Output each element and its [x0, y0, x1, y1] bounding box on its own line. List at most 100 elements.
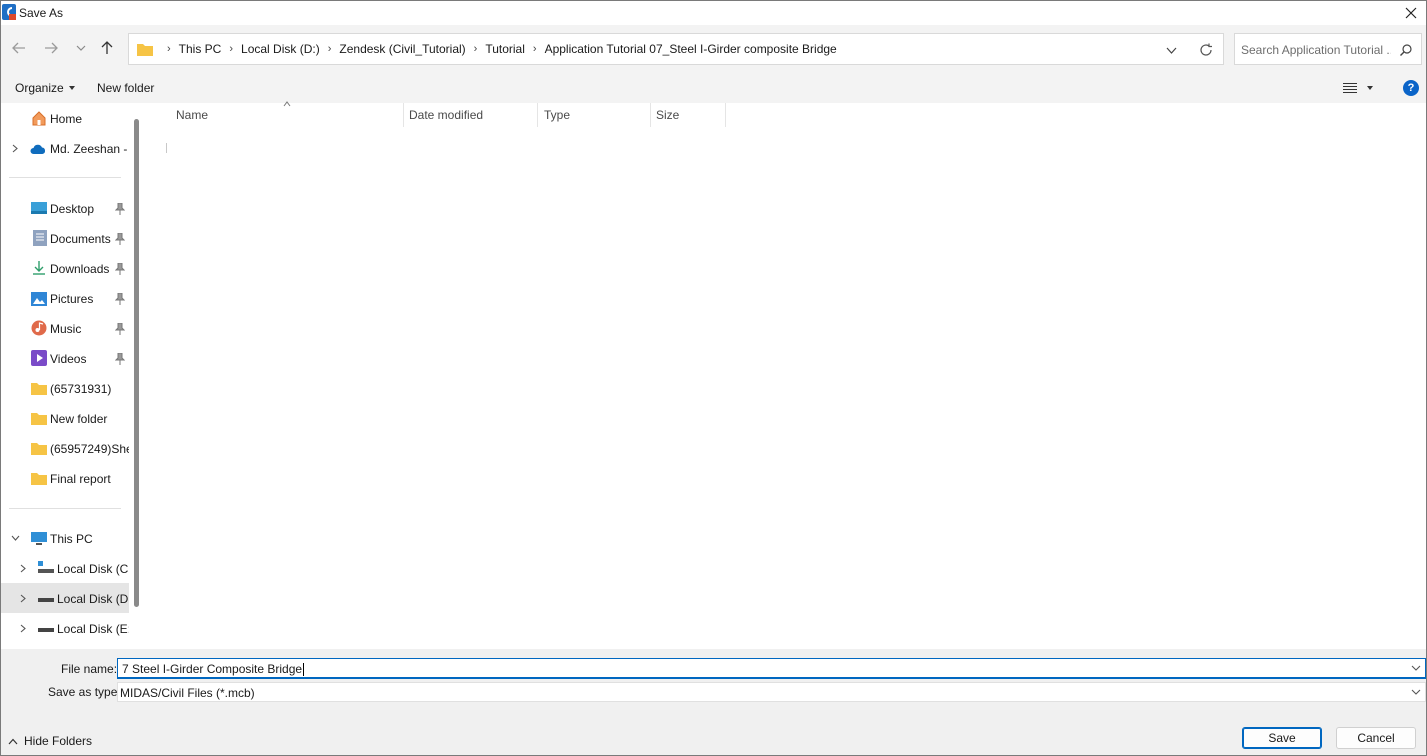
save-as-type-select[interactable]: MIDAS/Civil Files (*.mcb) — [117, 682, 1426, 702]
organize-label: Organize — [15, 81, 64, 95]
help-button[interactable]: ? — [1403, 80, 1419, 96]
chevron-down-icon — [76, 45, 86, 51]
nav-label: Local Disk (C:) — [57, 562, 129, 576]
refresh-button[interactable] — [1197, 42, 1215, 58]
nav-label: Pictures — [50, 292, 94, 306]
up-button[interactable] — [97, 38, 117, 58]
chevron-right-icon[interactable]: › — [533, 43, 537, 55]
arrow-right-icon — [45, 42, 58, 54]
breadcrumb-item[interactable]: Tutorial — [485, 42, 525, 56]
address-history-button[interactable] — [1162, 43, 1180, 57]
file-list[interactable]: Name Date modified Type Size — [145, 101, 1426, 649]
column-label: Name — [176, 108, 209, 122]
organize-button[interactable]: Organize — [15, 81, 75, 95]
file-name-field[interactable]: 7 Steel I-Girder Composite Bridge — [117, 658, 1426, 679]
folder-icon — [31, 443, 47, 455]
home-icon — [32, 111, 46, 126]
breadcrumb-item[interactable]: Local Disk (D:) — [241, 42, 320, 56]
refresh-icon — [1200, 43, 1212, 56]
nav-label: Videos — [50, 352, 87, 366]
nav-item-desktop[interactable]: Desktop — [1, 193, 129, 223]
nav-item-pictures[interactable]: Pictures — [1, 283, 129, 313]
nav-item-drive-e[interactable]: Local Disk (E:) — [1, 613, 129, 643]
chevron-right-icon[interactable] — [18, 623, 28, 633]
nav-item-folder[interactable]: (65957249)Shea — [1, 433, 129, 463]
new-folder-button[interactable]: New folder — [97, 81, 154, 95]
recent-locations-button[interactable] — [71, 38, 91, 58]
column-header-type[interactable]: Type — [544, 103, 570, 127]
back-button[interactable] — [9, 38, 29, 58]
downloads-icon — [33, 261, 45, 275]
chevron-down-icon[interactable] — [10, 533, 20, 543]
command-bar: Organize New folder ? — [1, 73, 1426, 103]
drive-icon — [38, 598, 54, 602]
nav-item-documents[interactable]: Documents — [1, 223, 129, 253]
nav-item-folder[interactable]: New folder — [1, 403, 129, 433]
pin-icon — [115, 233, 125, 245]
change-view-button[interactable] — [1343, 80, 1379, 96]
nav-label: Local Disk (E:) — [57, 622, 129, 636]
nav-divider — [9, 508, 121, 509]
nav-item-drive-c[interactable]: Local Disk (C:) — [1, 553, 129, 583]
search-box[interactable]: Search Application Tutorial ... — [1234, 33, 1422, 65]
cancel-button[interactable]: Cancel — [1336, 727, 1416, 749]
column-header-name[interactable]: Name — [176, 103, 208, 127]
cancel-label: Cancel — [1357, 731, 1395, 745]
new-folder-label: New folder — [97, 81, 155, 95]
folder-icon — [31, 473, 47, 485]
column-header-date-modified[interactable]: Date modified — [409, 103, 483, 127]
chevron-right-icon[interactable] — [18, 563, 28, 573]
address-bar[interactable]: › This PC › Local Disk (D:) › Zendesk (C… — [128, 33, 1224, 65]
column-divider[interactable] — [537, 103, 538, 127]
hide-folders-label: Hide Folders — [24, 734, 93, 748]
chevron-right-icon[interactable]: › — [474, 43, 478, 55]
desktop-icon — [31, 202, 47, 214]
nav-item-music[interactable]: Music — [1, 313, 129, 343]
chevron-right-icon[interactable]: › — [328, 43, 332, 55]
save-button[interactable]: Save — [1242, 727, 1322, 749]
hide-folders-button[interactable]: Hide Folders — [8, 734, 92, 748]
chevron-up-icon — [8, 738, 18, 744]
nav-item-home[interactable]: Home — [1, 103, 129, 133]
nav-item-folder[interactable]: Final report — [1, 463, 129, 493]
drive-icon — [38, 628, 54, 632]
search-input[interactable]: Search Application Tutorial ... — [1241, 43, 1391, 57]
forward-button[interactable] — [41, 38, 61, 58]
nav-label: Final report — [50, 472, 111, 486]
nav-label: Desktop — [50, 202, 95, 216]
file-name-label: File name: — [61, 662, 118, 676]
caret-down-icon — [68, 86, 75, 90]
computer-icon — [31, 532, 47, 545]
breadcrumb-item[interactable]: This PC — [179, 42, 222, 56]
column-label: Type — [544, 108, 571, 122]
chevron-down-icon[interactable] — [1411, 664, 1421, 672]
nav-scrollbar[interactable] — [134, 119, 139, 607]
chevron-right-icon[interactable] — [18, 593, 28, 603]
save-form: File name: 7 Steel I-Girder Composite Br… — [1, 649, 1426, 755]
nav-item-downloads[interactable]: Downloads — [1, 253, 129, 283]
nav-item-onedrive[interactable]: Md. Zeeshan - M — [1, 133, 129, 163]
navigation-pane: Home Md. Zeeshan - M Desktop — [1, 103, 145, 649]
nav-item-this-pc[interactable]: This PC — [1, 523, 129, 553]
pin-icon — [115, 203, 125, 215]
chevron-right-icon[interactable] — [10, 143, 20, 153]
nav-label: (65957249)Shea — [50, 442, 129, 456]
chevron-right-icon[interactable]: › — [229, 43, 233, 55]
nav-label: New folder — [50, 412, 108, 426]
column-header-size[interactable]: Size — [656, 103, 679, 127]
close-button[interactable] — [1400, 3, 1422, 23]
column-divider[interactable] — [725, 103, 726, 127]
nav-label: Documents — [50, 232, 111, 246]
column-divider[interactable] — [650, 103, 651, 127]
windows-drive-icon — [38, 561, 54, 573]
nav-item-videos[interactable]: Videos — [1, 343, 129, 373]
breadcrumb-item[interactable]: Application Tutorial 07_Steel I-Girder c… — [545, 42, 837, 56]
file-name-input[interactable]: 7 Steel I-Girder Composite Bridge — [122, 662, 305, 677]
nav-item-drive-d[interactable]: Local Disk (D:) — [1, 583, 129, 613]
nav-item-folder[interactable]: (65731931) — [1, 373, 129, 403]
column-divider[interactable] — [403, 103, 404, 127]
chevron-down-icon — [1411, 689, 1421, 695]
folder-icon — [137, 44, 153, 56]
breadcrumb: › This PC › Local Disk (D:) › Zendesk (C… — [159, 42, 837, 56]
breadcrumb-item[interactable]: Zendesk (Civil_Tutorial) — [339, 42, 465, 56]
